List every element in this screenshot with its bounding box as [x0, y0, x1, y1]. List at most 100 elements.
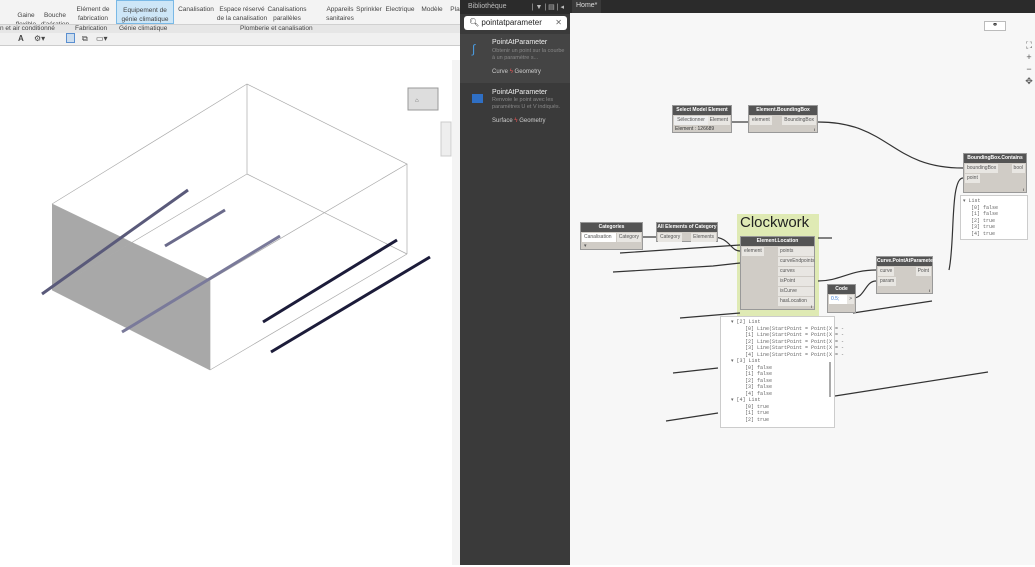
output-port-haslocation[interactable]: hasLocation	[778, 297, 814, 306]
output-port-point[interactable]: Point	[915, 267, 931, 276]
node-title: Element.Location	[741, 237, 814, 246]
tab-home[interactable]: Home*	[572, 0, 602, 13]
library-panel: Bibliothèque | ▼ | ▤ | ◂ 🔍︎ pointatparame…	[460, 0, 570, 565]
contains-preview[interactable]: ▾ List [0] false [1] false [2] true [3] …	[960, 195, 1028, 240]
result-category: Geometry	[514, 69, 541, 75]
input-port-point[interactable]: point	[965, 174, 980, 183]
input-port-category[interactable]: Category	[658, 233, 683, 242]
dynamo-canvas[interactable]: Clockwork Select Model Element Sélection…	[570, 13, 1035, 565]
output-port-boundingbox[interactable]: BoundingBox	[782, 116, 816, 125]
lacing-indicator: l	[814, 127, 815, 132]
node-title: Curve.PointAtParameter	[877, 257, 935, 266]
library-search-input[interactable]: 🔍︎ pointatparameter ✕	[464, 16, 567, 30]
input-port-boundingbox[interactable]: boundingBox	[965, 164, 999, 173]
output-port-curves[interactable]: curves	[778, 267, 814, 276]
location-preview[interactable]: ▾ [2] List [0] Line(StartPoint = Point(X…	[720, 316, 844, 428]
node-element-location[interactable]: Element.Location element points curveEnd…	[740, 236, 815, 310]
close-hidden-icon[interactable]: ⧉	[82, 34, 88, 44]
properties-icon[interactable]	[66, 33, 75, 43]
watch-line: [4] true	[971, 230, 996, 237]
surface-icon	[472, 94, 483, 103]
select-button[interactable]: Sélectionner	[674, 116, 708, 125]
result-desc: Obtenir un point sur la courbe à un para…	[492, 48, 565, 61]
search-icon: 🔍︎	[469, 18, 480, 27]
zoom-in-icon[interactable]: +	[1024, 51, 1034, 63]
pan-icon[interactable]: ✥	[1024, 75, 1034, 87]
category-dropdown[interactable]: Canalisation ▾	[582, 233, 616, 249]
ribbon-button-appareils-sanitaires[interactable]: Appareils sanitaires	[324, 5, 356, 23]
output-port[interactable]: >	[847, 295, 854, 304]
node-code-block[interactable]: Code Block 0.5; >	[827, 284, 856, 313]
ribbon-button-equipement[interactable]: Equipement de génie climatique	[116, 0, 174, 24]
view-icon[interactable]: ⚙▾	[34, 34, 45, 43]
revit-3d-view[interactable]: ⌂	[0, 46, 460, 565]
text-icon[interactable]: A	[18, 34, 24, 43]
ribbon-button-element-fabrication[interactable]: Elément de fabrication	[72, 5, 114, 23]
navigation-bar	[440, 121, 452, 157]
output-port-ispoint[interactable]: isPoint	[778, 277, 814, 286]
node-boundingbox-contains[interactable]: BoundingBox.Contains boundingBox point b…	[963, 153, 1027, 193]
node-title: BoundingBox.Contains	[964, 154, 1026, 163]
ribbon-button-espace-reserve[interactable]: Espace réservé de la canalisation	[216, 5, 268, 23]
node-element-boundingbox[interactable]: Element.BoundingBox element BoundingBox …	[748, 105, 818, 133]
arrow-icon: ϟ	[514, 118, 518, 124]
group-genie-climatique: Génie climatique	[119, 25, 168, 32]
node-title: Code Block	[828, 285, 855, 301]
fit-view-icon[interactable]: ⛶	[1024, 39, 1034, 51]
node-title: Element.BoundingBox	[749, 106, 817, 115]
output-port-iscurve[interactable]: isCurve	[778, 287, 814, 296]
result-type: Surface	[492, 118, 513, 124]
group-plomberie: Plomberie et canalisation	[240, 25, 313, 32]
lacing-indicator: l	[811, 304, 812, 309]
ribbon-button-modele[interactable]: Modèle	[418, 5, 446, 14]
3d-model: ⌂	[41, 83, 452, 371]
node-curve-pointatparameter[interactable]: Curve.PointAtParameter curve param Point…	[876, 256, 935, 294]
switch-windows-icon[interactable]: ▭▾	[96, 34, 108, 43]
lacing-indicator: l	[1023, 187, 1024, 192]
output-port-elements[interactable]: Elements	[691, 233, 716, 242]
lacing-indicator: l	[929, 288, 930, 293]
zoom-controls: ⛶ + − ✥	[1024, 39, 1034, 87]
input-port-element[interactable]: element	[750, 116, 772, 125]
code-input[interactable]: 0.5;	[829, 295, 847, 304]
output-port-element[interactable]: Element	[707, 116, 730, 125]
node-title: Select Model Element	[673, 106, 731, 115]
group-fabrication: Fabrication	[75, 25, 108, 32]
quick-access-toolbar: A ⚙▾ ⧉ ▭▾	[0, 33, 460, 46]
output-port-bool[interactable]: bool	[1011, 164, 1025, 173]
arrow-icon: ϟ	[509, 69, 513, 75]
library-result-curve[interactable]: ∫ PointAtParameter Obtenir un point sur …	[460, 34, 570, 83]
node-all-elements-of-category[interactable]: All Elements of Category Category Elemen…	[656, 222, 718, 242]
input-port-param[interactable]: param	[878, 277, 897, 286]
library-result-surface[interactable]: PointAtParameter Renvoie le point avec l…	[460, 85, 570, 130]
ribbon-button-canalisations-paralleles[interactable]: Canalisations parallèles	[267, 5, 307, 23]
dropdown-value: Canalisation	[584, 234, 612, 240]
ribbon-button-electrique[interactable]: Electrique	[384, 5, 416, 14]
library-title: Bibliothèque	[468, 3, 507, 10]
ribbon-button-sprinkler[interactable]: Sprinkler	[356, 5, 382, 14]
result-type: Curve	[492, 69, 509, 75]
result-name: PointAtParameter	[492, 89, 548, 96]
watch-line: [2] true	[745, 416, 770, 423]
selection-info: Element : 126689	[675, 126, 715, 132]
group-hvac: n et air conditionné	[0, 25, 55, 32]
output-port-points[interactable]: points	[778, 247, 814, 256]
input-port-curve[interactable]: curve	[878, 267, 895, 276]
output-port-category[interactable]: Category	[616, 233, 641, 242]
zoom-out-icon[interactable]: −	[1024, 63, 1034, 75]
input-port-element[interactable]: element	[742, 247, 764, 256]
svg-text:⌂: ⌂	[415, 98, 419, 104]
preview-scrollbar[interactable]	[829, 362, 831, 397]
output-port-curveendpoints[interactable]: curveEndpoints	[778, 257, 814, 266]
node-select-model-element[interactable]: Select Model Element Sélectionner Elemen…	[672, 105, 732, 133]
view-toggle-icon[interactable]: ⚭	[984, 21, 1006, 31]
filter-icon[interactable]: | ▼ | ▤ | ◂	[532, 3, 564, 11]
node-categories[interactable]: Categories Canalisation ▾ Category	[580, 222, 643, 250]
clear-icon[interactable]: ✕	[555, 18, 562, 27]
node-title: Categories	[581, 223, 642, 232]
ribbon-button-pla[interactable]: Pla	[450, 5, 460, 14]
ribbon-button-canalisation[interactable]: Canalisation	[177, 5, 215, 14]
curve-icon: ∫	[472, 42, 476, 56]
node-title: All Elements of Category	[657, 223, 717, 232]
viewport-scrollbar[interactable]	[452, 60, 460, 565]
